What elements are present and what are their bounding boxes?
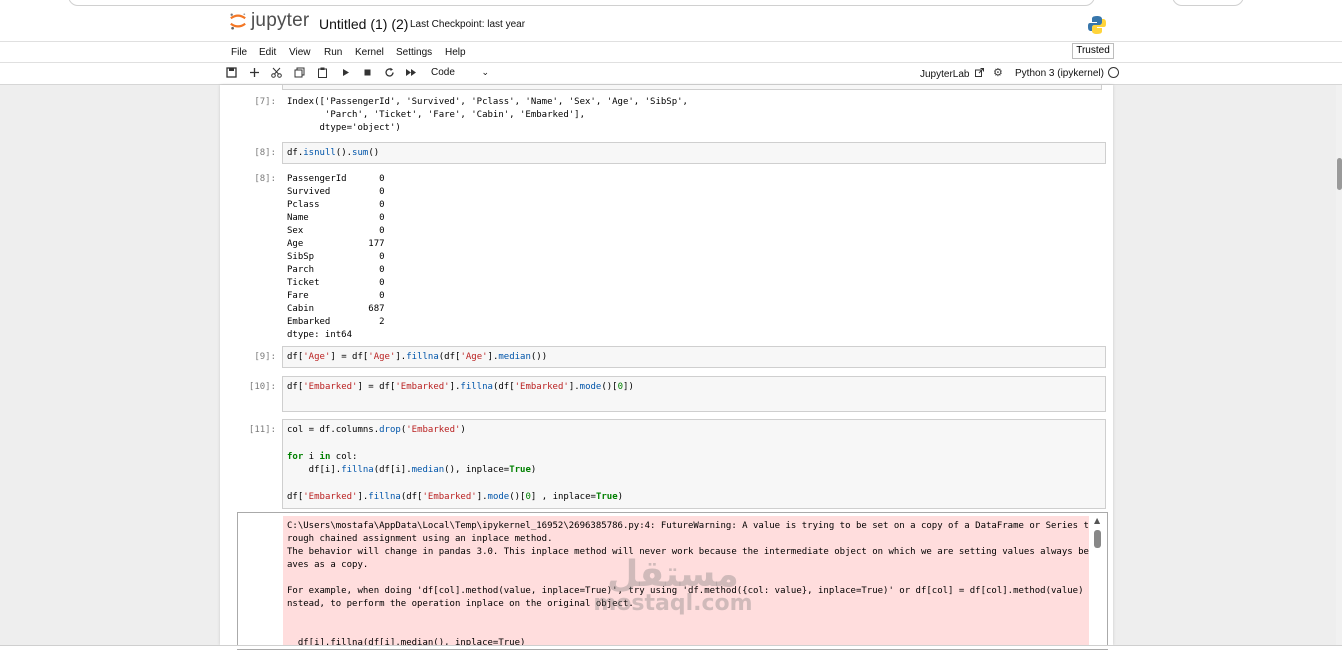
chevron-down-icon: ⌄ <box>481 67 489 77</box>
cell-11-code-line-1: col = df.columns.drop('Embarked') <box>287 425 466 435</box>
debugger-gear-icon[interactable]: ⚙ <box>993 66 1003 79</box>
stop-icon[interactable] <box>361 67 373 79</box>
cell-type-value: Code <box>431 67 455 78</box>
last-checkpoint: Last Checkpoint: last year <box>410 19 526 30</box>
watermark-latin: mostaql.com <box>593 591 753 616</box>
menu-kernel[interactable]: Kernel <box>355 47 384 58</box>
cell-10-code: df['Embarked'] = df['Embarked'].fillna(d… <box>287 382 634 392</box>
jupyter-logo[interactable]: jupyter <box>229 9 309 33</box>
copy-icon[interactable] <box>293 67 305 79</box>
output-scroll-up-icon[interactable]: ▲ <box>1094 516 1100 525</box>
watermark-arabic: مستقل <box>607 554 739 595</box>
paste-icon[interactable] <box>316 67 328 79</box>
menu-run[interactable]: Run <box>324 47 342 58</box>
input-prompt-11: [11]: <box>248 425 276 435</box>
cell-7-output: Index(['PassengerId', 'Survived', 'Pclas… <box>287 97 688 133</box>
output-prompt-8: [8]: <box>254 174 276 184</box>
cell-8-output: PassengerId 0 Survived 0 Pclass 0 Name 0… <box>287 174 385 340</box>
bottom-edge <box>0 645 1342 649</box>
watermark: مستقل mostaql.com <box>588 555 758 617</box>
cell-8-input[interactable]: df.isnull().sum() <box>282 142 1106 164</box>
menu-view[interactable]: View <box>289 47 311 58</box>
menu-bar <box>0 42 1342 63</box>
previous-cell-edge <box>282 85 1102 90</box>
cell-11-code-line-3: df[i].fillna(df[i].median(), inplace=Tru… <box>287 465 537 475</box>
fast-forward-icon[interactable] <box>405 67 417 79</box>
menu-edit[interactable]: Edit <box>259 47 276 58</box>
menu-file[interactable]: File <box>231 47 247 58</box>
save-icon[interactable] <box>225 67 237 79</box>
menu-settings[interactable]: Settings <box>396 47 432 58</box>
input-prompt-10: [10]: <box>248 382 276 392</box>
jupyter-logo-text: jupyter <box>251 10 310 31</box>
trusted-badge[interactable]: Trusted <box>1072 43 1114 59</box>
cell-type-select[interactable]: Code ⌄ <box>431 67 491 80</box>
cut-icon[interactable] <box>270 67 282 79</box>
cell-9-input[interactable]: df['Age'] = df['Age'].fillna(df['Age'].m… <box>282 346 1106 368</box>
python-logo-icon <box>1088 16 1106 34</box>
output-prompt-7: [7]: <box>254 97 276 107</box>
notebook-toolbar <box>0 63 1342 85</box>
kernel-status-icon <box>1108 67 1119 78</box>
jupyter-logo-icon <box>230 13 246 30</box>
cell-9-code: df['Age'] = df['Age'].fillna(df['Age'].m… <box>287 352 548 362</box>
cell-11-code-line-2: for i in col: <box>287 452 358 462</box>
menu-help[interactable]: Help <box>445 47 466 58</box>
restart-icon[interactable] <box>383 67 395 79</box>
output-scrollbar-thumb[interactable] <box>1094 530 1101 548</box>
page-scrollbar-thumb[interactable] <box>1337 158 1342 190</box>
cell-11-input[interactable]: col = df.columns.drop('Embarked') for i … <box>282 419 1106 509</box>
cell-10-input[interactable]: df['Embarked'] = df['Embarked'].fillna(d… <box>282 376 1106 412</box>
run-icon[interactable] <box>339 67 351 79</box>
open-jupyterlab-link[interactable]: JupyterLab <box>920 68 985 80</box>
jupyterlab-label: JupyterLab <box>920 69 970 80</box>
add-cell-icon[interactable] <box>248 67 260 79</box>
notebook-header <box>0 6 1342 42</box>
input-prompt-8: [8]: <box>254 148 276 158</box>
external-link-icon <box>975 68 985 77</box>
notebook-title[interactable]: Untitled (1) (2) <box>319 16 408 32</box>
input-prompt-9: [9]: <box>254 352 276 362</box>
cell-8-code: df.isnull().sum() <box>287 148 380 158</box>
cell-11-code-line-4: df['Embarked'].fillna(df['Embarked'].mod… <box>287 492 624 502</box>
kernel-name[interactable]: Python 3 (ipykernel) <box>1015 68 1104 79</box>
